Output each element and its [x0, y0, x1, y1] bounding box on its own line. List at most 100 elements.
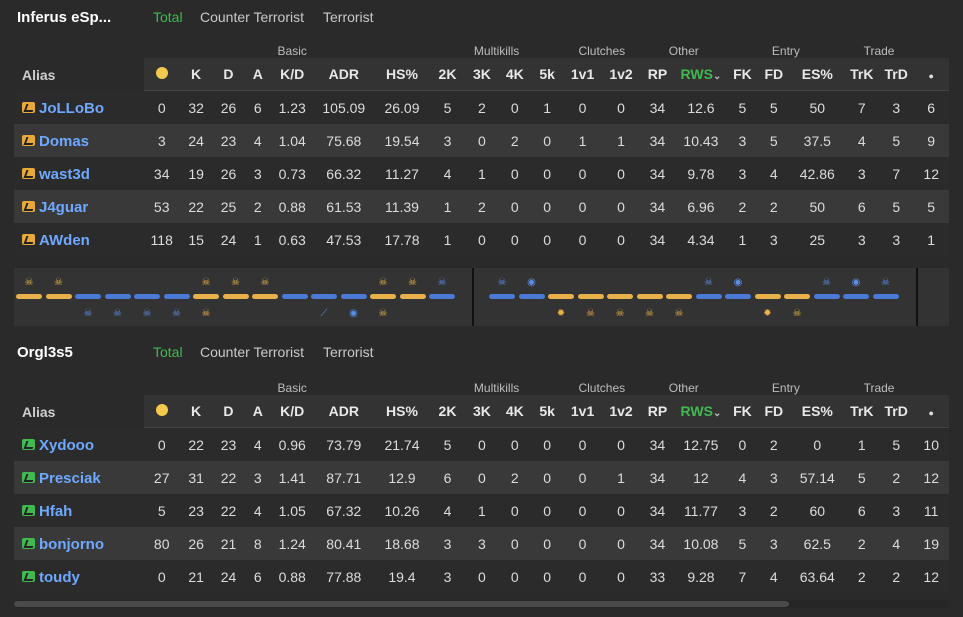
player-name-link[interactable]: Xydooo	[39, 436, 94, 453]
col-trd[interactable]: TrD	[879, 58, 914, 91]
col-2k[interactable]: 2K	[429, 395, 466, 428]
col-hs[interactable]: HS%	[374, 395, 430, 428]
player-name-link[interactable]: wast3d	[39, 165, 90, 182]
team1-tab-total[interactable]: Total	[153, 9, 183, 25]
round-result-bar[interactable]	[843, 294, 869, 299]
horizontal-scrollbar[interactable]	[14, 600, 949, 608]
col-assists[interactable]: A	[244, 58, 271, 91]
stat-k: 24	[179, 124, 213, 157]
player-name-link[interactable]: JoLLoBo	[39, 99, 104, 116]
player-name-link[interactable]: toudy	[39, 568, 80, 585]
round-result-bar[interactable]	[518, 294, 545, 299]
scrollbar-thumb[interactable]	[14, 601, 789, 607]
round-result-bar[interactable]	[340, 294, 367, 299]
col-4k[interactable]: 4K	[498, 395, 531, 428]
col-fd[interactable]: FD	[757, 58, 790, 91]
round-result-bar[interactable]	[16, 294, 42, 299]
col-es[interactable]: ES%	[789, 395, 845, 428]
round-result-bar[interactable]	[548, 294, 574, 299]
col-trd[interactable]: TrD	[879, 395, 914, 428]
player-name-link[interactable]: J4guar	[39, 198, 88, 215]
col-1v1[interactable]: 1v1	[563, 58, 602, 91]
round-result-bar[interactable]	[489, 294, 515, 299]
team2-tab-total[interactable]: Total	[153, 344, 183, 360]
round-result-bar[interactable]	[577, 294, 604, 299]
col-5k[interactable]: 5k	[530, 58, 564, 91]
col-hs[interactable]: HS%	[374, 58, 430, 91]
round-result-bar[interactable]	[104, 294, 131, 299]
col-kills[interactable]: K	[179, 395, 213, 428]
col-rp[interactable]: RP	[640, 395, 675, 428]
round-result-bar[interactable]	[784, 294, 810, 299]
round-result-bar[interactable]	[370, 294, 396, 299]
col-alias[interactable]: Alias	[14, 58, 144, 91]
col-fk[interactable]: FK	[727, 395, 758, 428]
round-result-bar[interactable]	[399, 294, 426, 299]
round-result-bar[interactable]	[134, 294, 160, 299]
player-name-link[interactable]: bonjorno	[39, 535, 104, 552]
col-trk[interactable]: TrK	[844, 58, 880, 91]
team1-tab-t[interactable]: Terrorist	[323, 9, 374, 25]
col-fd[interactable]: FD	[757, 395, 790, 428]
round-result-bar[interactable]	[163, 294, 190, 299]
col-mvp[interactable]	[143, 58, 180, 91]
round-result-bar[interactable]	[222, 294, 249, 299]
round-result-bar[interactable]	[311, 294, 337, 299]
skull-icon: ☠	[497, 277, 507, 288]
player-name-link[interactable]: Hfah	[39, 502, 72, 519]
col-1v2[interactable]: 1v2	[601, 395, 641, 428]
col-rp[interactable]: RP	[640, 58, 675, 91]
skull-icon: ☠	[378, 277, 388, 288]
col-kd[interactable]: K/D	[270, 395, 314, 428]
col-3k[interactable]: 3K	[465, 58, 499, 91]
round-result-bar[interactable]	[45, 294, 72, 299]
stat-extra: 1	[913, 223, 949, 256]
col-adr[interactable]: ADR	[313, 58, 375, 91]
col-adr[interactable]: ADR	[313, 395, 375, 428]
round-result-bar[interactable]	[607, 294, 633, 299]
stat-trk: 3	[844, 223, 880, 256]
col-assists[interactable]: A	[244, 395, 271, 428]
col-kills[interactable]: K	[179, 58, 213, 91]
col-alias[interactable]: Alias	[14, 395, 144, 428]
round-result-bar[interactable]	[429, 294, 455, 299]
player-name-link[interactable]: Presciak	[39, 469, 101, 486]
player-alias-cell: AWden	[14, 223, 144, 256]
round-result-bar[interactable]	[813, 294, 840, 299]
col-2k[interactable]: 2K	[429, 58, 466, 91]
round-result-bar[interactable]	[281, 294, 308, 299]
team2-tab-ct[interactable]: Counter Terrorist	[200, 344, 304, 360]
col-deaths[interactable]: D	[212, 58, 245, 91]
player-row: J4guar 53 22 25 2 0.88 61.53 11.39 1 2 0 0 0 0 34 6.96 2…	[14, 190, 949, 223]
col-rws[interactable]: RWS⌄	[674, 58, 728, 91]
col-5k[interactable]: 5k	[530, 395, 564, 428]
round-result-bar[interactable]	[636, 294, 663, 299]
round-result-bar[interactable]	[75, 294, 101, 299]
col-mvp[interactable]	[143, 395, 180, 428]
stat-d: 21	[212, 527, 245, 560]
col-extra[interactable]: ●	[913, 58, 949, 91]
team1-tab-ct[interactable]: Counter Terrorist	[200, 9, 304, 25]
round-result-bar[interactable]	[725, 294, 751, 299]
player-name-link[interactable]: AWden	[39, 231, 90, 248]
skull-icon: ☠	[704, 277, 713, 288]
col-1v1[interactable]: 1v1	[563, 395, 602, 428]
col-1v2[interactable]: 1v2	[601, 58, 641, 91]
col-kd[interactable]: K/D	[270, 58, 314, 91]
col-fk[interactable]: FK	[727, 58, 758, 91]
col-rws[interactable]: RWS⌄	[674, 395, 728, 428]
round-result-bar[interactable]	[193, 294, 219, 299]
col-es[interactable]: ES%	[789, 58, 845, 91]
col-3k[interactable]: 3K	[465, 395, 499, 428]
round-result-bar[interactable]	[754, 294, 781, 299]
round-result-bar[interactable]	[252, 294, 278, 299]
round-result-bar[interactable]	[666, 294, 692, 299]
player-name-link[interactable]: Domas	[39, 132, 89, 149]
col-deaths[interactable]: D	[212, 395, 245, 428]
col-extra[interactable]: ●	[913, 395, 949, 428]
round-result-bar[interactable]	[695, 294, 722, 299]
team2-tab-t[interactable]: Terrorist	[323, 344, 374, 360]
round-result-bar[interactable]	[872, 294, 899, 299]
col-4k[interactable]: 4K	[498, 58, 531, 91]
col-trk[interactable]: TrK	[844, 395, 880, 428]
